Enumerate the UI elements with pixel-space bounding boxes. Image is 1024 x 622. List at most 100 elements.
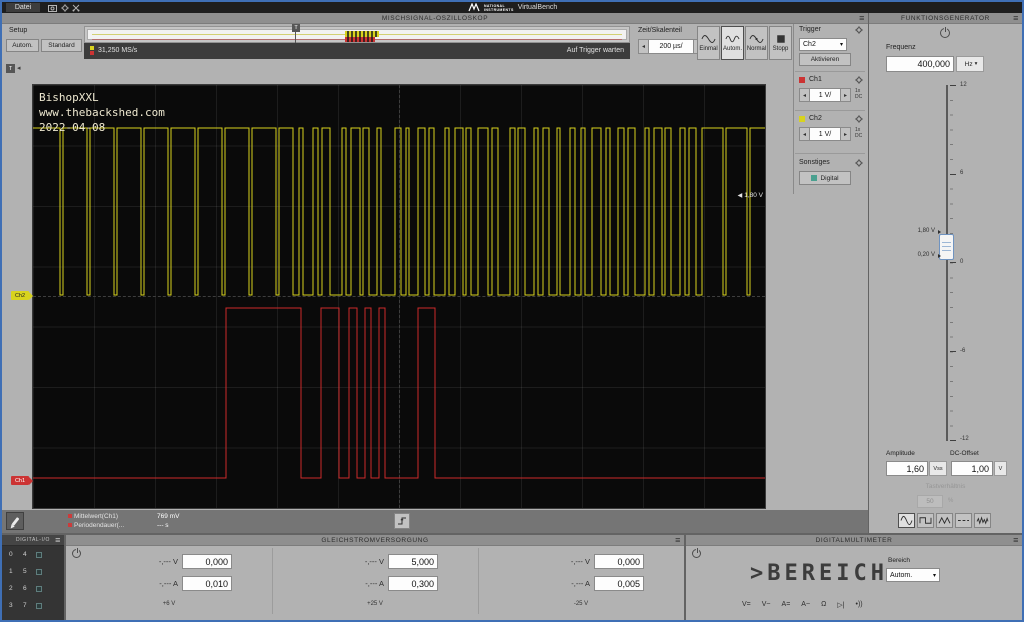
dmm-menu-icon[interactable]: ≡: [1013, 535, 1019, 545]
run-normal-button[interactable]: Normal: [745, 26, 768, 60]
mode-continuity-button[interactable]: •)): [856, 601, 863, 609]
dc-offset-input[interactable]: 1,00: [951, 461, 993, 476]
mode-vdc-button[interactable]: V=: [742, 601, 751, 609]
acquisition-statusbar: 31,250 MS/s Auf Trigger warten: [84, 43, 630, 59]
chevron-down-icon: ▾: [933, 572, 936, 579]
arrow-left-icon[interactable]: ◂: [17, 64, 21, 72]
scope-header: MISCHSIGNAL-OSZILLOSKOP ≡: [2, 13, 868, 24]
ch2-scale-stepper[interactable]: ◂ 1 V/ ▸: [799, 127, 851, 141]
scale-label-neg12: -12: [960, 436, 969, 442]
mode-vac-button[interactable]: V~: [762, 601, 771, 609]
trigger-slope-button[interactable]: [394, 513, 410, 529]
trigger-position-indicator[interactable]: T: [6, 64, 15, 73]
scope-screen[interactable]: BishopXXL www.thebackshed.com 2022-04-08…: [33, 85, 765, 508]
ch2-gear-icon[interactable]: [855, 115, 863, 123]
scissors-icon[interactable]: [72, 4, 80, 12]
ch1-scale-increase-icon[interactable]: ▸: [840, 88, 851, 102]
psu-menu-icon[interactable]: ≡: [675, 535, 681, 545]
ch1-position-marker[interactable]: Ch1: [11, 476, 29, 485]
duty-cycle-label: Tastverhältnis: [869, 483, 1022, 490]
waveform-triangle-button[interactable]: [936, 513, 953, 528]
misc-gear-icon[interactable]: [855, 159, 863, 167]
meas2-dot-icon: [68, 523, 72, 527]
fgen-power-button[interactable]: [940, 28, 950, 38]
amplitude-input[interactable]: 1,60: [886, 461, 928, 476]
trigger-enable-button[interactable]: Aktivieren: [799, 53, 851, 66]
scale-label-neg6: -6: [960, 348, 965, 354]
timebase-decrease-icon[interactable]: ◂: [638, 39, 649, 54]
dio-line-indicator[interactable]: [36, 552, 42, 558]
dio-menu-icon[interactable]: ≡: [55, 535, 61, 545]
trigger-gear-icon[interactable]: [855, 26, 863, 34]
psu-voltage-input[interactable]: 5,000: [388, 554, 438, 569]
mode-adc-button[interactable]: A=: [782, 601, 791, 609]
duty-cycle-input: 50: [917, 495, 943, 508]
ch2-color-square: [799, 116, 805, 122]
psu-voltage-input[interactable]: 0,000: [182, 554, 232, 569]
amplitude-label: Amplitude: [886, 450, 915, 457]
psu-current-input[interactable]: 0,010: [182, 576, 232, 591]
slider-handle[interactable]: [939, 234, 954, 260]
dmm-power-button[interactable]: [692, 549, 701, 558]
frequency-unit-dropdown[interactable]: Hz ▾: [956, 56, 984, 72]
run-auto-button[interactable]: Autom.: [721, 26, 744, 60]
acquisition-preview[interactable]: T 31,250 MS/s Auf Trigger warten: [84, 26, 630, 59]
run-once-button[interactable]: Einmal: [697, 26, 720, 60]
square-wave-icon: [919, 515, 932, 526]
waveform-noise-button[interactable]: [974, 513, 991, 528]
setup-auto-button[interactable]: Autom.: [6, 39, 39, 52]
psu-channel-6v: -,--- V 0,000 -,--- A 0,010 +6 V: [66, 546, 272, 620]
preview-track[interactable]: T: [84, 26, 630, 43]
ch1-gear-icon[interactable]: [855, 76, 863, 84]
triangle-wave-icon: [938, 515, 951, 526]
level-slider[interactable]: 12 6 0 -6 -12 1,80 V 0,20 V: [869, 85, 1022, 441]
meas1-dot-icon: [68, 514, 72, 518]
mode-aac-button[interactable]: A~: [801, 601, 810, 609]
scale-label-6: 6: [960, 170, 963, 176]
ch1-label: Ch1: [809, 76, 822, 83]
fgen-header: FUNKTIONSGENERATOR ≡: [869, 13, 1022, 24]
range-dropdown[interactable]: Autom. ▾: [886, 568, 940, 582]
dio-line-indicator[interactable]: [36, 586, 42, 592]
screenshot-icon[interactable]: [48, 4, 57, 12]
waveform-dc-button[interactable]: [955, 513, 972, 528]
dio-line-indicator[interactable]: [36, 603, 42, 609]
psu-voltage-input[interactable]: 0,000: [594, 554, 644, 569]
edit-measurements-button[interactable]: [6, 512, 24, 530]
pencil-icon: [11, 517, 19, 526]
setup-standard-button[interactable]: Standard: [41, 39, 82, 52]
ch2-position-marker[interactable]: Ch2: [11, 291, 29, 300]
ch2-scale-decrease-icon[interactable]: ◂: [799, 127, 810, 141]
waveform-square-button[interactable]: [917, 513, 934, 528]
fgen-menu-icon[interactable]: ≡: [1013, 13, 1019, 23]
settings-gear-icon[interactable]: [61, 4, 69, 12]
scale-label-12: 12: [960, 82, 967, 88]
mode-diode-button[interactable]: ▷|: [837, 601, 844, 609]
trigger-level-marker[interactable]: ◀ 1,80 V: [738, 192, 763, 199]
waveform-sine-button[interactable]: [898, 513, 915, 528]
file-menu[interactable]: Datei: [6, 3, 40, 12]
ch2-scale-increase-icon[interactable]: ▸: [840, 127, 851, 141]
psu-current-input[interactable]: 0,005: [594, 576, 644, 591]
mode-resistance-button[interactable]: Ω: [821, 601, 826, 609]
lower-level-arrow-icon: [938, 254, 941, 258]
scope-menu-icon[interactable]: ≡: [859, 13, 865, 23]
dio-header: DIGITAL-I/O ≡: [2, 535, 64, 546]
meas1-value: 769 mV: [157, 513, 179, 520]
run-stop-button[interactable]: Stopp: [769, 26, 792, 60]
chevron-down-icon: ▾: [975, 61, 978, 67]
dio-line-indicator[interactable]: [36, 569, 42, 575]
timebase-stepper[interactable]: ◂ 200 µs/ ▸: [638, 39, 704, 54]
ch1-scale-decrease-icon[interactable]: ◂: [799, 88, 810, 102]
ni-logo-icon: [468, 3, 480, 12]
psu-channel-neg25v: -,--- V 0,000 -,--- A 0,005 -25 V: [478, 546, 684, 620]
frequency-input[interactable]: 400,000: [886, 56, 954, 72]
ch1-scale-stepper[interactable]: ◂ 1 V/ ▸: [799, 88, 851, 102]
lower-level-label: 0,20 V: [895, 252, 935, 258]
slider-track: [946, 85, 948, 441]
psu-current-input[interactable]: 0,300: [388, 576, 438, 591]
preview-trigger-flag[interactable]: T: [292, 24, 300, 32]
digital-button[interactable]: Digital: [799, 171, 851, 185]
trigger-source-dropdown[interactable]: Ch2 ▾: [799, 38, 847, 51]
waveform-plot: [33, 85, 765, 508]
